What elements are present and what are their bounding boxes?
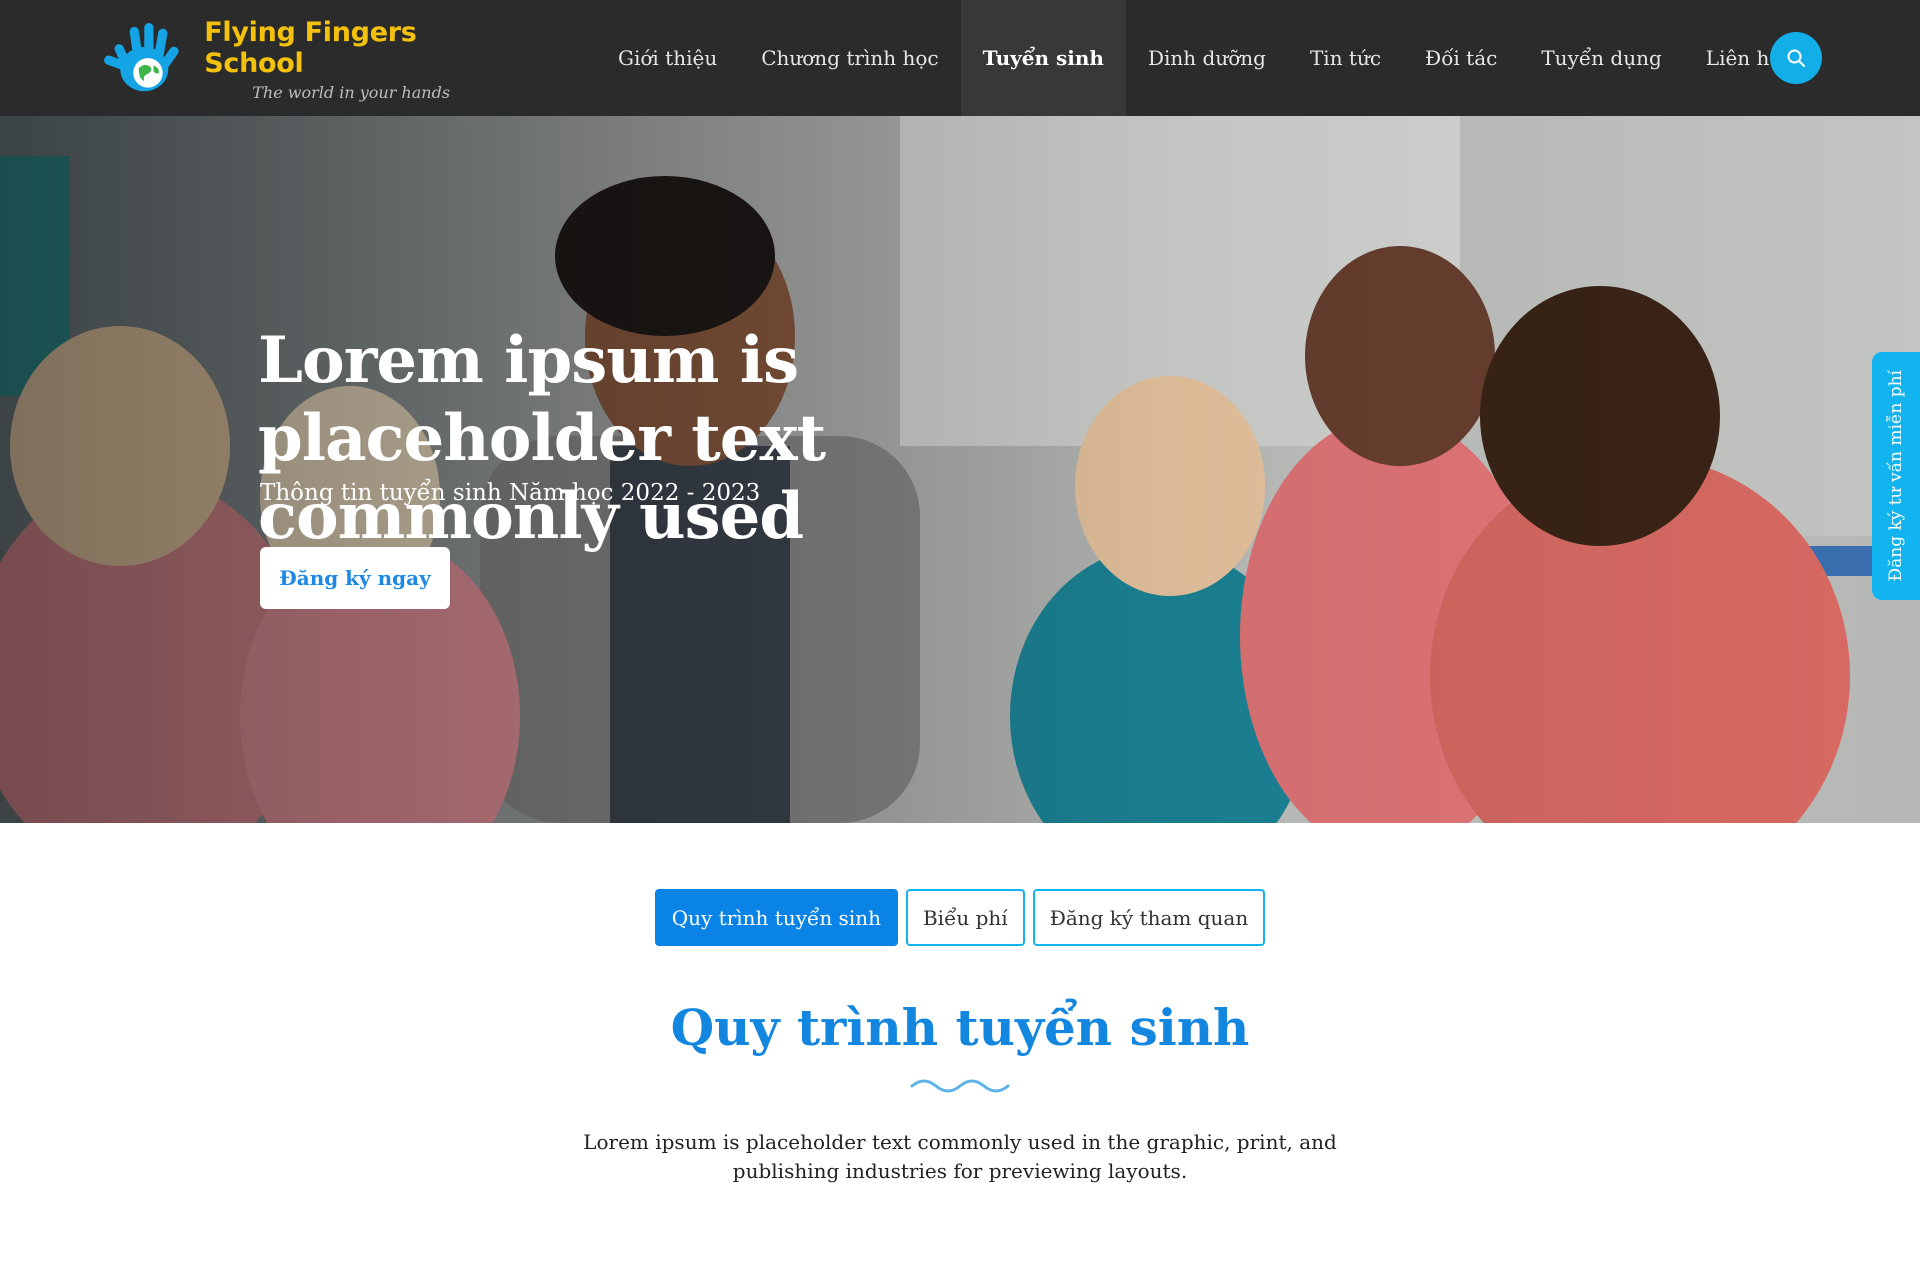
main-nav: Giới thiệu Chương trình học Tuyển sinh D… bbox=[596, 0, 1803, 116]
search-button[interactable] bbox=[1770, 32, 1822, 84]
hero-banner: Lorem ipsum is placeholder text commonly… bbox=[0, 116, 1920, 823]
free-consultation-label: Đăng ký tư vấn miễn phí bbox=[1886, 370, 1906, 582]
brand-tagline: The world in your hands bbox=[252, 82, 451, 102]
section-description: Lorem ipsum is placeholder text commonly… bbox=[583, 1130, 1337, 1183]
free-consultation-tab[interactable]: Đăng ký tư vấn miễn phí bbox=[1872, 352, 1920, 600]
tab-fees[interactable]: Biểu phí bbox=[905, 889, 1025, 946]
brand-name: Flying Fingers School bbox=[204, 16, 417, 79]
hero-subtitle: Thông tin tuyển sinh Năm học 2022 - 2023 bbox=[260, 480, 761, 506]
nav-item-doi-tac[interactable]: Đối tác bbox=[1403, 0, 1519, 116]
nav-item-dinh-duong[interactable]: Dinh dưỡng bbox=[1126, 0, 1288, 116]
search-icon bbox=[1787, 49, 1805, 67]
nav-item-tin-tuc[interactable]: Tin tức bbox=[1288, 0, 1403, 116]
nav-item-tuyen-sinh[interactable]: Tuyển sinh bbox=[960, 0, 1126, 116]
hand-globe-icon bbox=[104, 23, 179, 92]
wave-icon bbox=[910, 1079, 1010, 1093]
nav-item-chuong-trinh-hoc[interactable]: Chương trình học bbox=[739, 0, 960, 116]
hero-title: Lorem ipsum is placeholder text commonly… bbox=[258, 323, 826, 554]
section-title: Quy trình tuyển sinh bbox=[670, 998, 1250, 1057]
nav-item-gioi-thieu[interactable]: Giới thiệu bbox=[596, 0, 739, 116]
tab-visit-registration[interactable]: Đăng ký tham quan bbox=[1032, 889, 1266, 946]
nav-item-tuyen-dung[interactable]: Tuyển dụng bbox=[1519, 0, 1683, 116]
register-now-button[interactable]: Đăng ký ngay bbox=[260, 547, 450, 609]
logo[interactable]: Flying Fingers School The world in your … bbox=[100, 14, 500, 104]
site-header: Flying Fingers School The world in your … bbox=[0, 0, 1920, 116]
section-tabs: Quy trình tuyển sinh Biểu phí Đăng ký th… bbox=[0, 889, 1920, 946]
tab-admission-process[interactable]: Quy trình tuyển sinh bbox=[654, 889, 898, 946]
